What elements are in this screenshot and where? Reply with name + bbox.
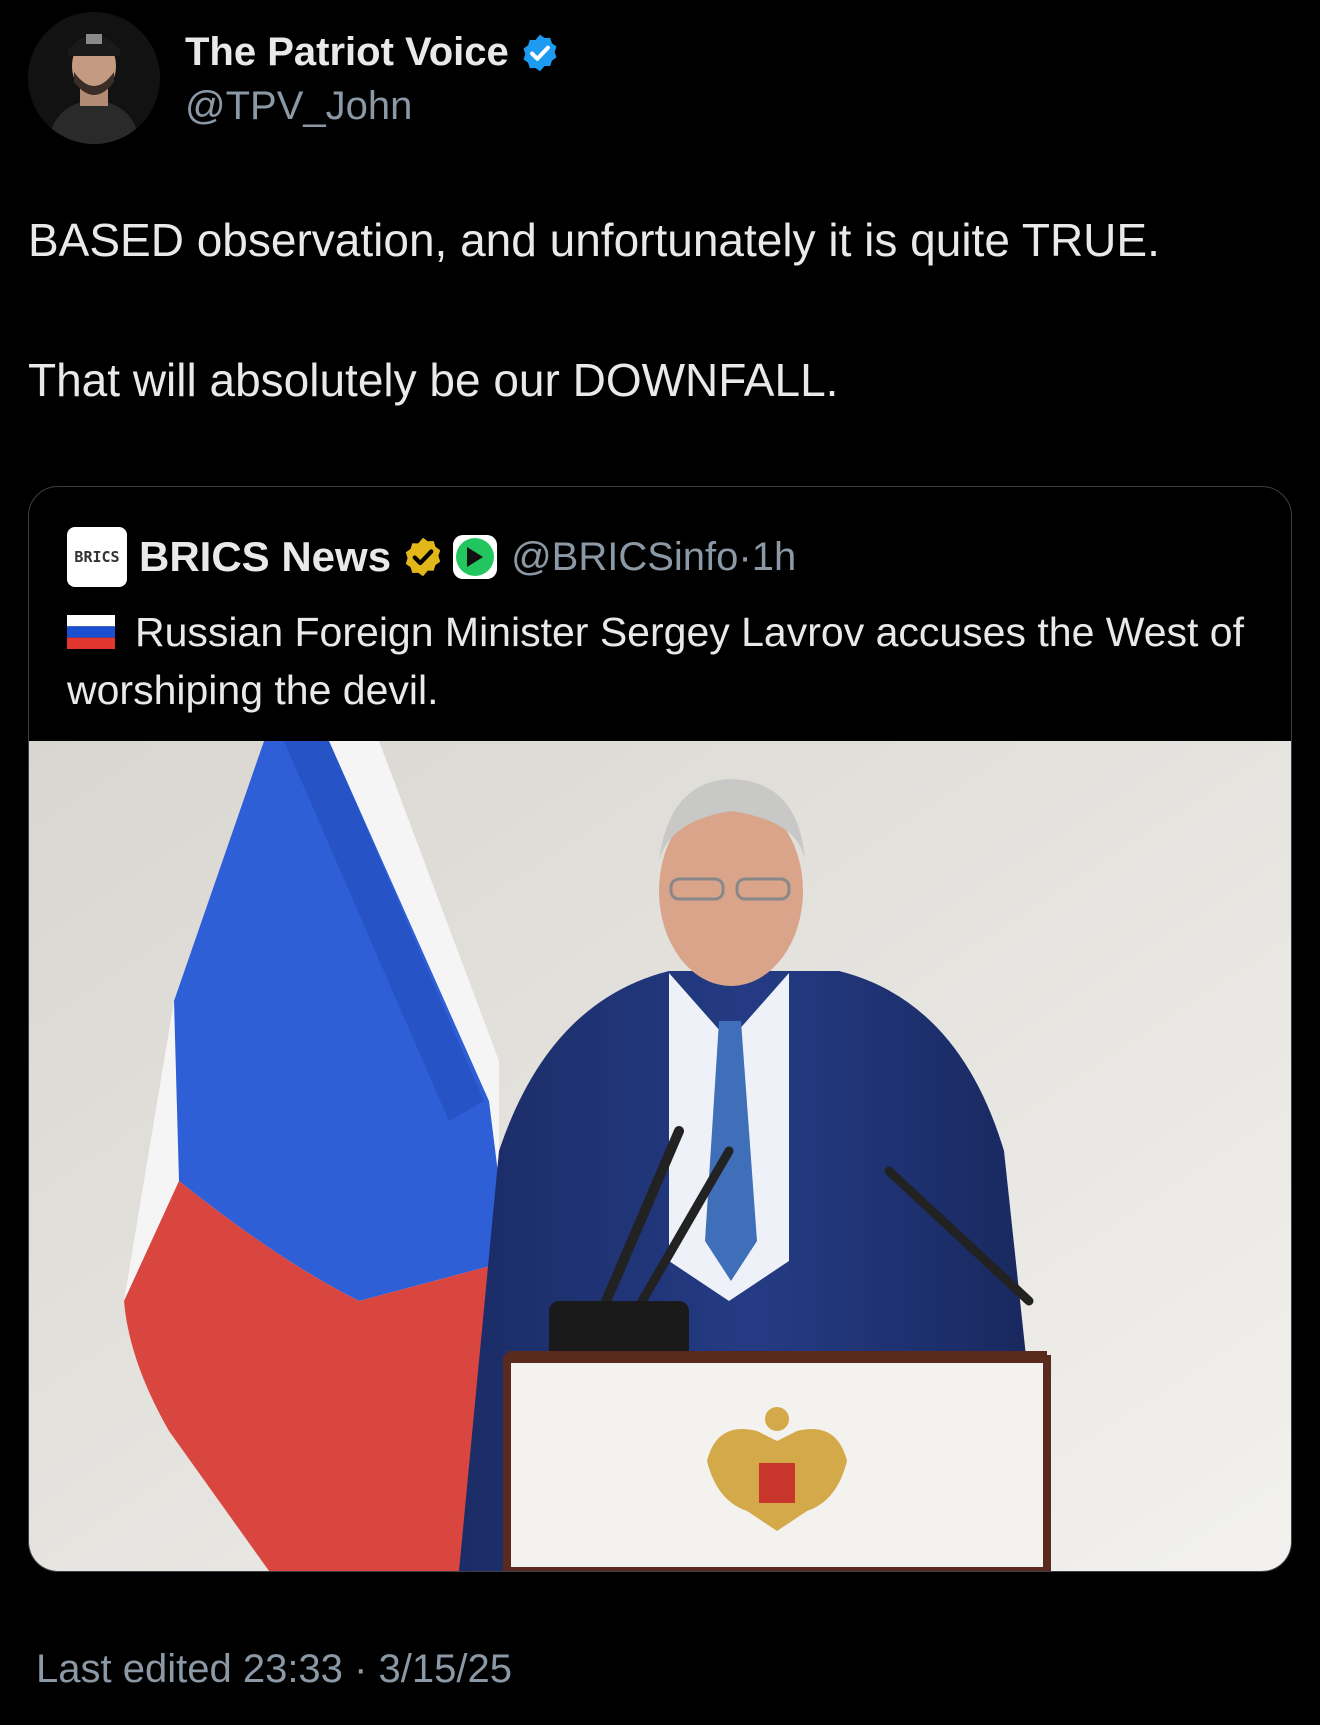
tweet-header: The Patriot Voice @TPV_John [28,12,1288,144]
quoted-tweet-header: BRICS BRICS News @BRICSinfo·1h [67,527,796,587]
tweet-paragraph: That will absolutely be our DOWNFALL. [28,354,839,406]
russia-flag-icon [67,615,115,650]
quoted-tweet-text: Russian Foreign Minister Sergey Lavrov a… [67,609,1245,713]
tweet-body: BASED observation, and unfortunately it … [28,212,1293,408]
brics-logo-icon[interactable]: BRICS [67,527,127,587]
author-handle[interactable]: @TPV_John [185,84,412,129]
affiliate-badge-icon[interactable] [451,533,499,581]
gold-verified-badge-icon[interactable] [401,535,445,579]
verified-badge-icon[interactable] [519,32,561,74]
quoted-author-handle[interactable]: @BRICSinfo·1h [511,535,796,580]
press-conference-photo[interactable] [29,741,1291,1571]
quoted-author-name[interactable]: BRICS News [139,533,391,581]
quoted-tweet-card[interactable]: BRICS BRICS News @BRICSinfo·1h Russian F… [28,486,1292,1572]
edit-history-footer[interactable]: Last edited 23:33 · 3/15/25 [36,1647,512,1692]
author-display-name[interactable]: The Patriot Voice [185,30,509,75]
tweet-paragraph: BASED observation, and unfortunately it … [28,214,1160,266]
author-avatar[interactable] [28,12,160,144]
